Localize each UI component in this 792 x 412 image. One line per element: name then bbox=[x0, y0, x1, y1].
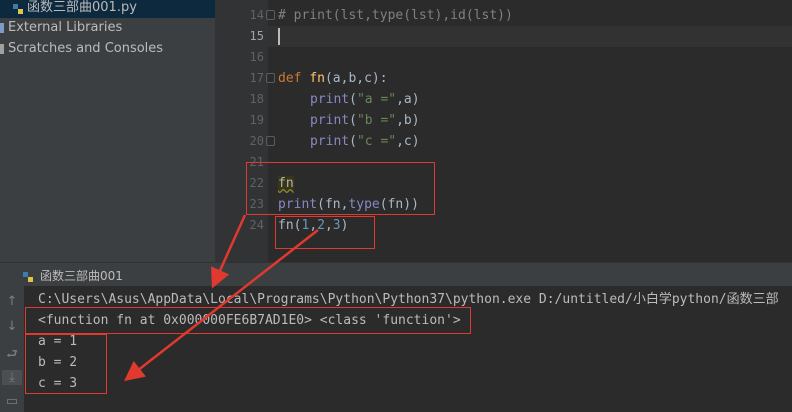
arrow-to-abc-output bbox=[124, 229, 319, 382]
annotation-arrows bbox=[124, 214, 319, 382]
arrow-to-function-output bbox=[211, 214, 247, 289]
